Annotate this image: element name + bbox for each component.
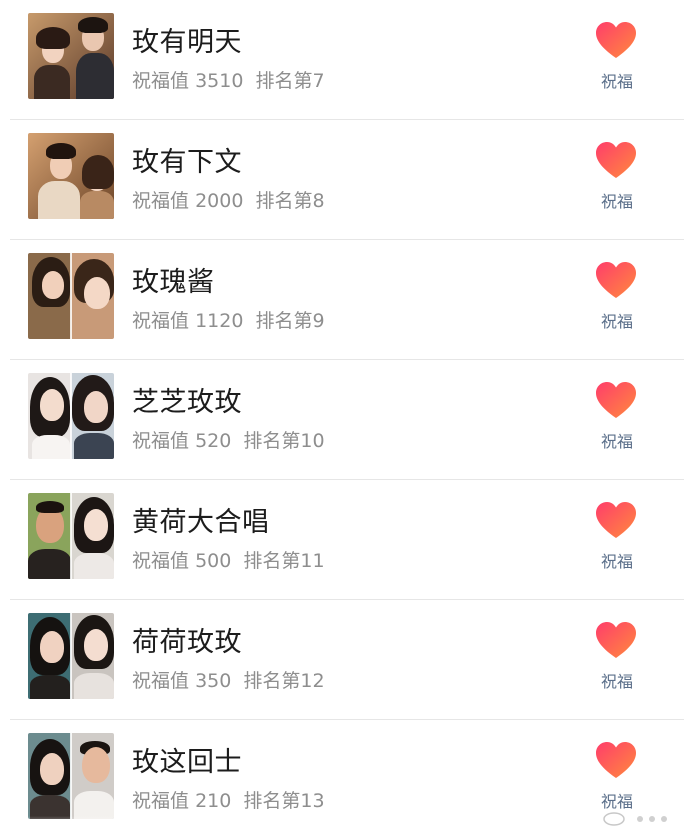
- rank-text: 排名第8: [255, 190, 325, 212]
- bless-value: 1120: [195, 310, 244, 332]
- heart-icon: [596, 262, 636, 298]
- bless-value: 500: [195, 550, 232, 572]
- bless-button[interactable]: 祝福: [590, 22, 644, 92]
- item-title: 玫有下文: [132, 147, 242, 178]
- rank-text: 排名第7: [255, 70, 325, 92]
- bless-value: 350: [195, 670, 232, 692]
- item-subtitle: 祝福值 500 排名第11: [132, 546, 325, 573]
- item-title: 芝芝玫玫: [132, 387, 242, 418]
- item-thumbnail: [28, 13, 114, 99]
- bless-button[interactable]: 祝福: [590, 262, 644, 332]
- item-title: 玫有明天: [132, 27, 242, 58]
- bless-button-label: 祝福: [600, 432, 633, 451]
- ranking-list: 玫有明天 祝福值 3510 排名第7 祝福 玫有下文 祝福值 2000 排名第8…: [0, 0, 690, 830]
- list-item[interactable]: 荷荷玫玫 祝福值 350 排名第12 祝福: [0, 600, 690, 720]
- item-thumbnail: [28, 493, 114, 579]
- watermark-logo: [603, 812, 667, 826]
- item-thumbnail: [28, 373, 114, 459]
- list-item[interactable]: 玫有下文 祝福值 2000 排名第8 祝福: [0, 120, 690, 240]
- heart-icon: [596, 502, 636, 538]
- item-subtitle: 祝福值 1120 排名第9: [132, 306, 325, 333]
- item-thumbnail: [28, 253, 114, 339]
- bless-button[interactable]: 祝福: [590, 382, 644, 452]
- item-subtitle: 祝福值 2000 排名第8: [132, 186, 325, 213]
- bless-value: 2000: [195, 190, 244, 212]
- item-subtitle: 祝福值 210 排名第13: [132, 786, 325, 813]
- bless-value-label: 祝福值: [132, 550, 190, 572]
- bless-value: 3510: [195, 70, 244, 92]
- list-item[interactable]: 玫有明天 祝福值 3510 排名第7 祝福: [0, 0, 690, 120]
- list-item[interactable]: 玫瑰酱 祝福值 1120 排名第9 祝福: [0, 240, 690, 360]
- bless-value-label: 祝福值: [132, 310, 190, 332]
- bless-button-label: 祝福: [600, 72, 633, 91]
- item-thumbnail: [28, 733, 114, 819]
- bless-button-label: 祝福: [600, 192, 633, 211]
- bless-button[interactable]: 祝福: [590, 502, 644, 572]
- heart-icon: [596, 742, 636, 778]
- bless-value-label: 祝福值: [132, 190, 190, 212]
- heart-icon: [596, 622, 636, 658]
- item-title: 荷荷玫玫: [132, 627, 242, 658]
- bless-button[interactable]: 祝福: [590, 742, 644, 812]
- rank-text: 排名第11: [243, 550, 325, 572]
- bless-value-label: 祝福值: [132, 790, 190, 812]
- rank-text: 排名第12: [243, 670, 325, 692]
- heart-icon: [596, 382, 636, 418]
- bless-button-label: 祝福: [600, 672, 633, 691]
- bless-button-label: 祝福: [600, 312, 633, 331]
- heart-icon: [596, 22, 636, 58]
- rank-text: 排名第9: [255, 310, 325, 332]
- list-item[interactable]: 黄荷大合唱 祝福值 500 排名第11 祝福: [0, 480, 690, 600]
- bottom-fade: [0, 816, 690, 830]
- item-subtitle: 祝福值 350 排名第12: [132, 666, 325, 693]
- bless-button-label: 祝福: [600, 552, 633, 571]
- list-item[interactable]: 芝芝玫玫 祝福值 520 排名第10 祝福: [0, 360, 690, 480]
- rank-text: 排名第13: [243, 790, 325, 812]
- bless-value-label: 祝福值: [132, 670, 190, 692]
- bless-button[interactable]: 祝福: [590, 622, 644, 692]
- bless-value: 520: [195, 430, 232, 452]
- item-title: 玫瑰酱: [132, 267, 215, 298]
- bless-button[interactable]: 祝福: [590, 142, 644, 212]
- item-subtitle: 祝福值 520 排名第10: [132, 426, 325, 453]
- item-title: 玫这回士: [132, 747, 242, 778]
- heart-icon: [596, 142, 636, 178]
- bless-value-label: 祝福值: [132, 430, 190, 452]
- rank-text: 排名第10: [243, 430, 325, 452]
- bless-value-label: 祝福值: [132, 70, 190, 92]
- item-thumbnail: [28, 613, 114, 699]
- item-title: 黄荷大合唱: [132, 507, 270, 538]
- item-subtitle: 祝福值 3510 排名第7: [132, 66, 325, 93]
- bless-value: 210: [195, 790, 232, 812]
- item-thumbnail: [28, 133, 114, 219]
